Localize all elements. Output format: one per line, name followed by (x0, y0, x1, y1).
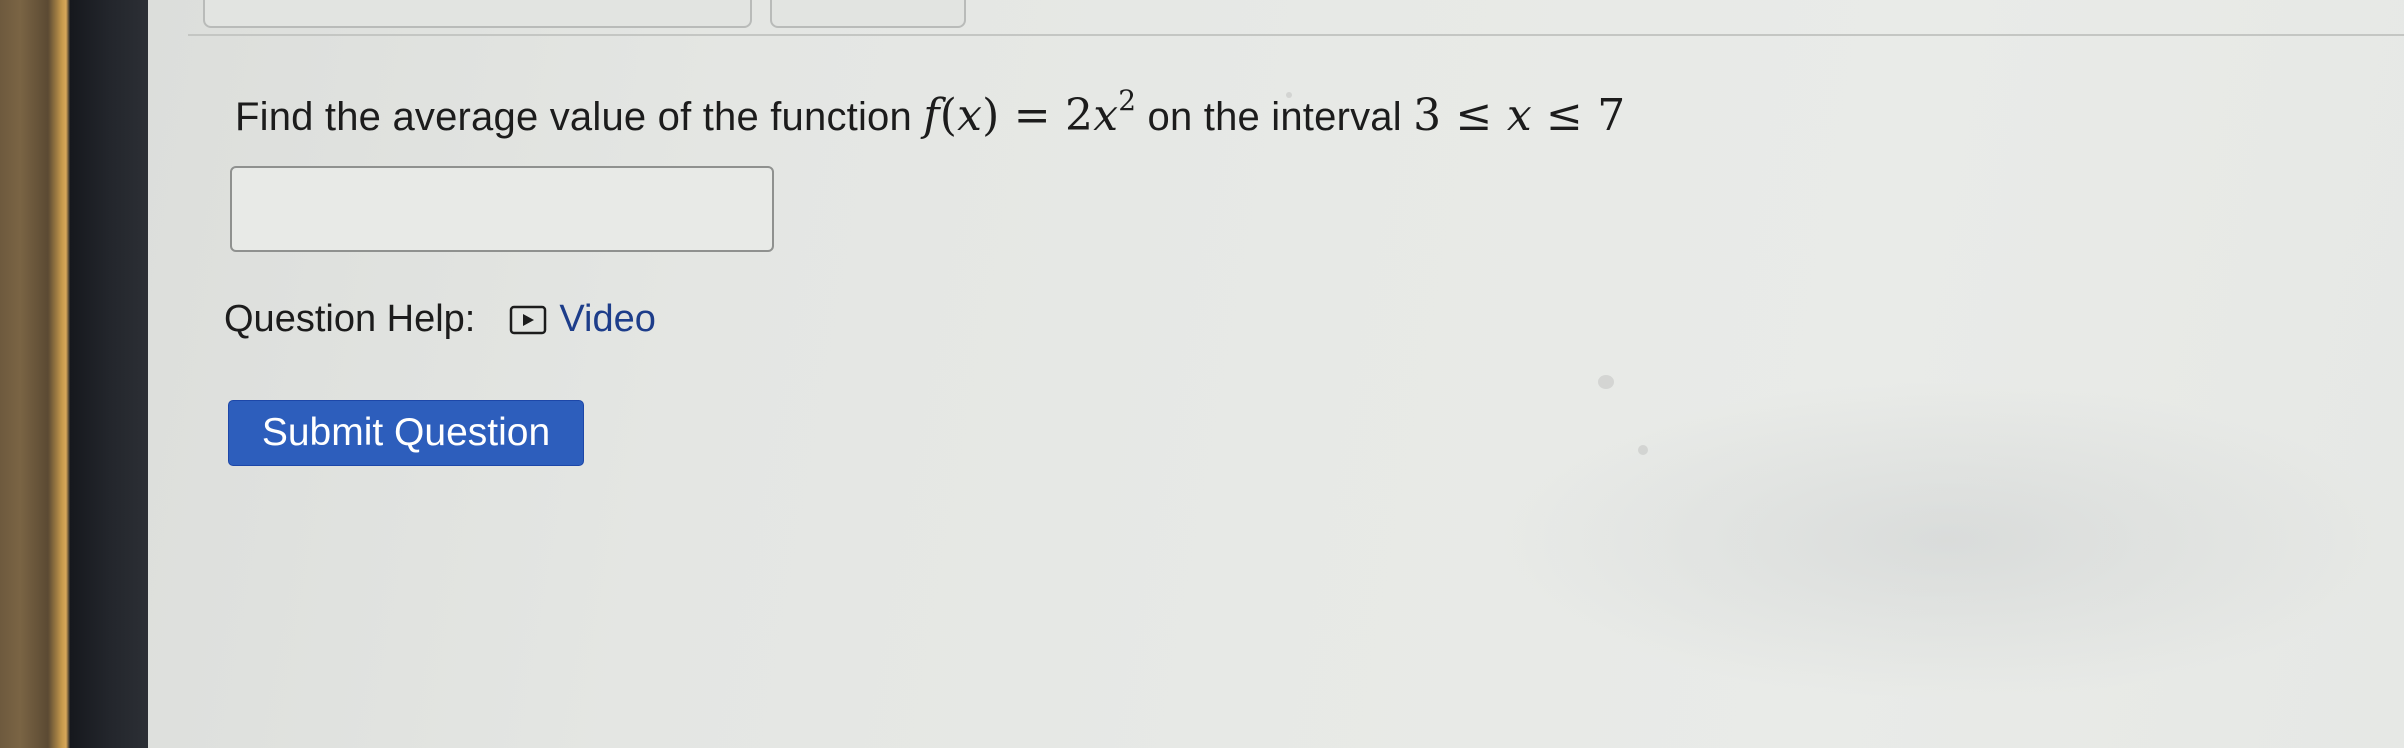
question-text: Find the average value of the function f… (235, 84, 1625, 142)
screen-smudge (1638, 445, 1648, 455)
monitor-bezel-outer (0, 0, 70, 748)
interval-variable: x (1506, 90, 1532, 141)
screen: Find the average value of the function f… (148, 0, 2404, 748)
video-link[interactable]: Video (509, 298, 656, 341)
interval-expression: 3 ≤ x ≤ 7 (1413, 90, 1625, 141)
function-argument: x (957, 90, 983, 141)
question-middle: on the interval (1147, 95, 1402, 139)
leq-sign-2: ≤ (1546, 90, 1584, 141)
variable: x (1093, 90, 1119, 141)
leq-sign-1: ≤ (1455, 90, 1493, 141)
question-help-label: Question Help: (224, 298, 476, 340)
function-expression: f(x) = 2x2 (923, 84, 1137, 142)
top-tab-right[interactable] (770, 0, 966, 28)
answer-input[interactable] (230, 166, 774, 252)
coefficient: 2 (1064, 90, 1094, 141)
equals-sign: = (1013, 90, 1051, 141)
exponent: 2 (1118, 84, 1137, 117)
function-name: f (923, 90, 940, 141)
lower-bound: 3 (1413, 90, 1442, 141)
top-tab-left[interactable] (203, 0, 752, 28)
upper-bound: 7 (1597, 90, 1626, 141)
top-divider (188, 34, 2404, 36)
monitor-bezel-inner (70, 0, 148, 748)
screen-glare (1498, 380, 2398, 700)
screen-smudge (1286, 92, 1292, 98)
question-prefix: Find the average value of the function (235, 95, 912, 139)
play-icon (510, 305, 547, 334)
submit-question-button[interactable]: Submit Question (228, 400, 584, 466)
question-help: Question Help: Video (224, 298, 656, 341)
video-link-label[interactable]: Video (559, 298, 656, 341)
screen-smudge (1598, 375, 1614, 389)
